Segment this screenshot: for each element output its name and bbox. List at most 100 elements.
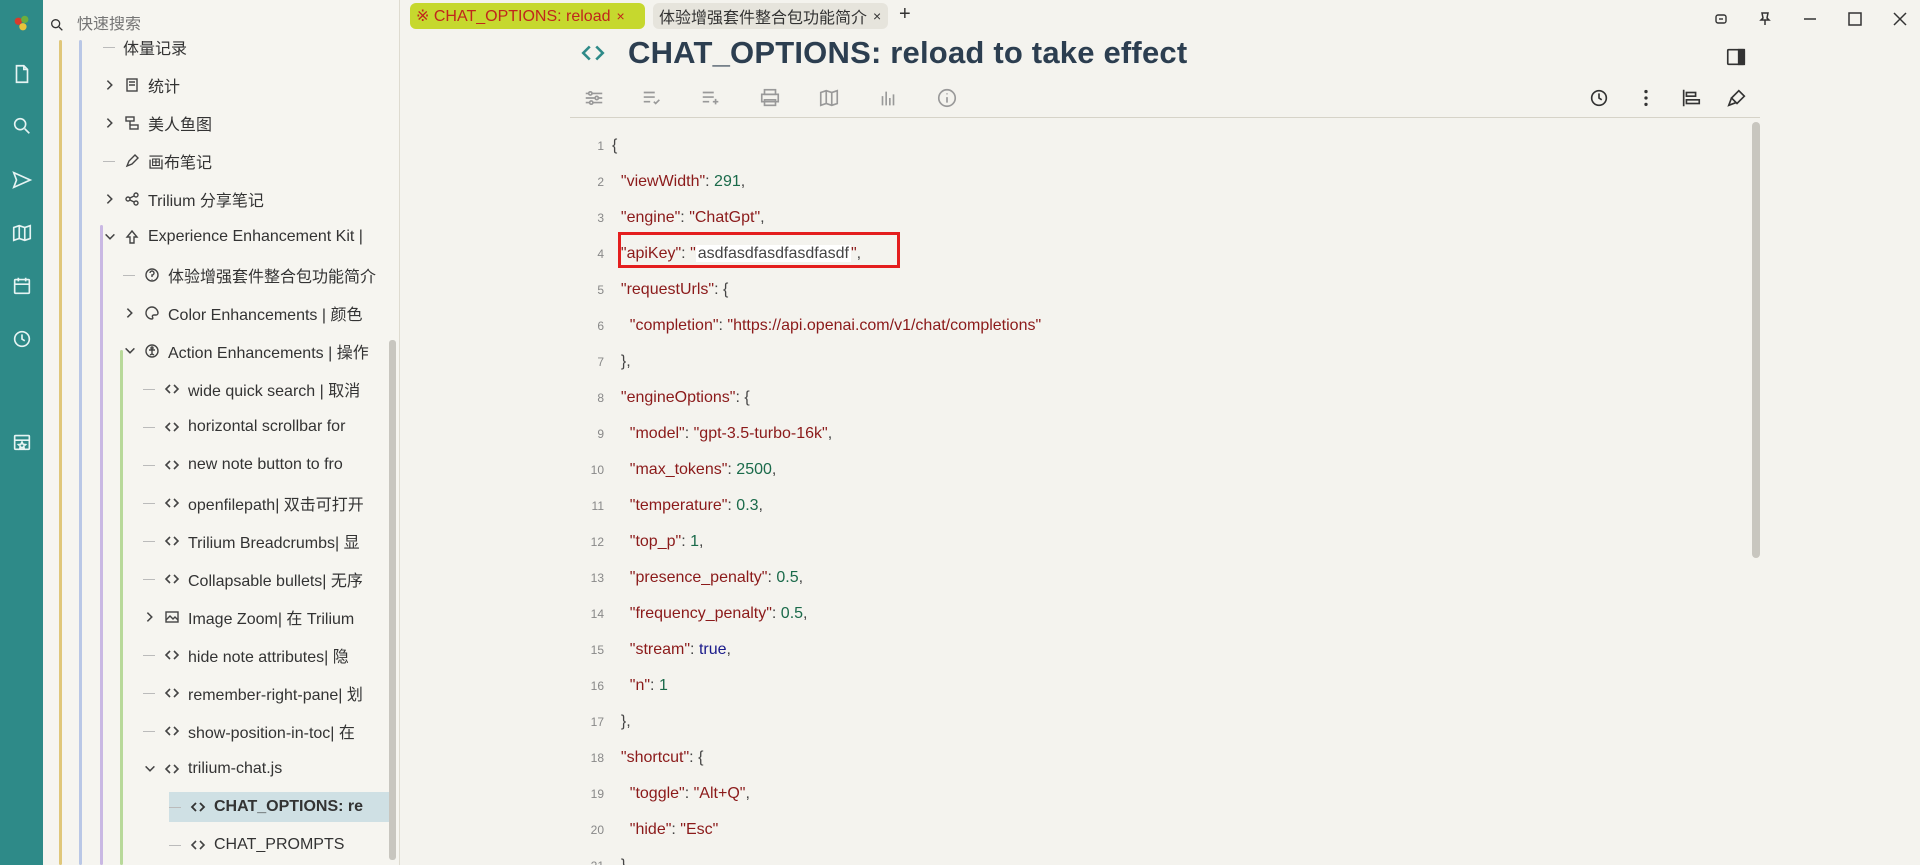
tree-scrollbar[interactable] (389, 340, 396, 860)
chevron-right-icon[interactable] (123, 306, 137, 320)
code-note-icon[interactable] (580, 40, 606, 66)
code-token: , (771, 461, 777, 478)
code-line[interactable]: 19 "toggle": "Alt+Q", (570, 776, 750, 812)
annotation-highlight-box (618, 232, 900, 268)
tree-item[interactable]: Trilium Breadcrumbs| 显 (143, 526, 399, 556)
chevron-right-icon[interactable] (143, 610, 157, 624)
highlighter-icon[interactable] (1723, 84, 1751, 112)
tree-item[interactable]: 美人鱼图 (103, 108, 399, 138)
tree-item[interactable]: show-position-in-toc| 在 (143, 716, 399, 746)
code-line[interactable]: 7 }, (570, 344, 630, 380)
chevron-right-icon[interactable] (103, 116, 117, 130)
tree-item[interactable]: 体验增强套件整合包功能简介 (123, 260, 399, 290)
tree-item[interactable]: 画布笔记 (103, 146, 399, 176)
chevron-down-icon[interactable] (103, 230, 117, 244)
tree-item[interactable]: 统计 (103, 70, 399, 100)
map-icon[interactable] (0, 213, 43, 253)
settings-sliders-icon[interactable] (580, 84, 608, 112)
code-line[interactable]: 3 "engine": "ChatGpt", (570, 200, 764, 236)
code-line[interactable]: 10 "max_tokens": 2500, (570, 452, 777, 488)
code-token: "viewWidth" (612, 173, 706, 190)
code-line[interactable]: 13 "presence_penalty": 0.5, (570, 560, 803, 596)
tab-close-icon[interactable]: × (873, 8, 881, 24)
chevron-down-icon[interactable] (143, 762, 157, 776)
line-number: 3 (597, 211, 604, 225)
code-icon (163, 418, 181, 436)
code-line[interactable]: 9 "model": "gpt-3.5-turbo-16k", (570, 416, 832, 452)
tree-item[interactable]: CHAT_PROMPTS (169, 830, 389, 860)
code-line[interactable]: 5 "requestUrls": { (570, 272, 728, 308)
info-icon[interactable] (933, 84, 961, 112)
minimize-icon[interactable] (1797, 6, 1823, 32)
tree-item[interactable]: trilium-chat.js (143, 754, 399, 784)
print-icon[interactable] (756, 84, 784, 112)
chevron-right-icon[interactable] (103, 192, 117, 206)
code-line[interactable]: 15 "stream": true, (570, 632, 731, 668)
code-line[interactable]: 16 "n": 1 (570, 668, 668, 704)
code-line[interactable]: 18 "shortcut": { (570, 740, 704, 776)
code-text: "model": "gpt-3.5-turbo-16k", (612, 425, 832, 443)
trilium-logo-icon[interactable] (0, 4, 43, 44)
tree-item[interactable]: Experience Enhancement Kit | (103, 222, 399, 252)
map-icon[interactable] (815, 84, 843, 112)
code-line[interactable]: 1{ (570, 128, 617, 164)
chevron-right-icon[interactable] (103, 78, 117, 92)
tree-item[interactable]: Color Enhancements | 颜色 (123, 298, 399, 328)
tree-item-active[interactable]: CHAT_OPTIONS: re (169, 792, 389, 822)
bookmark-calendar-icon[interactable] (0, 422, 43, 462)
maximize-icon[interactable] (1842, 6, 1868, 32)
checklist-icon[interactable] (638, 84, 666, 112)
code-line[interactable]: 20 "hide": "Esc" (570, 812, 719, 848)
note-title[interactable]: CHAT_OPTIONS: reload to take effect (628, 35, 1187, 71)
calendar-icon[interactable] (0, 266, 43, 306)
tree-item[interactable]: Trilium 分享笔记 (103, 184, 399, 214)
tree-item-label: Image Zoom| 在 Trilium (188, 611, 355, 628)
pin-icon[interactable] (1752, 6, 1778, 32)
tree-item[interactable]: new note button to fro (143, 450, 399, 480)
toggle-right-pane-icon[interactable] (1725, 46, 1747, 68)
tab-close-icon[interactable]: × (617, 8, 625, 24)
tree-item[interactable]: Image Zoom| 在 Trilium (143, 602, 399, 632)
code-line[interactable]: 8 "engineOptions": { (570, 380, 749, 416)
code-token: "ChatGpt" (689, 209, 761, 226)
tree-item[interactable]: Collapsable bullets| 无序 (143, 564, 399, 594)
tree-item[interactable]: horizontal scrollbar for (143, 412, 399, 442)
code-icon (163, 722, 181, 740)
code-line[interactable]: 12 "top_p": 1, (570, 524, 704, 560)
code-token: true (698, 641, 727, 658)
code-line[interactable]: 2 "viewWidth": 291, (570, 164, 745, 200)
tree-item[interactable]: wide quick search | 取消 (143, 374, 399, 404)
chevron-down-icon[interactable] (123, 344, 137, 358)
tree-item[interactable]: remember-right-pane| 划 (143, 678, 399, 708)
tree-item[interactable]: 体量记录 (103, 32, 399, 62)
new-note-icon[interactable] (0, 54, 43, 94)
pen-icon (123, 152, 141, 170)
code-token: "gpt-3.5-turbo-16k" (693, 425, 828, 442)
revision-history-icon[interactable] (1585, 84, 1613, 112)
send-icon[interactable] (0, 160, 43, 200)
code-token: : (684, 785, 694, 802)
new-tab-button[interactable]: + (899, 3, 911, 26)
hide-icon[interactable] (1708, 6, 1734, 32)
history-icon[interactable] (0, 319, 43, 359)
bar-chart-icon[interactable] (874, 84, 902, 112)
tab-chat-options[interactable]: ※ CHAT_OPTIONS: reload × (410, 3, 645, 29)
code-line[interactable]: 11 "temperature": 0.3, (570, 488, 763, 524)
tree-item[interactable]: hide note attributes| 隐 (143, 640, 399, 670)
align-left-icon[interactable] (1677, 84, 1705, 112)
code-line[interactable]: 17 }, (570, 704, 631, 740)
code-token: : (680, 209, 690, 226)
tab-intro[interactable]: 体验增强套件整合包功能简介 × (653, 3, 888, 29)
code-line[interactable]: 14 "frequency_penalty": 0.5, (570, 596, 808, 632)
tree-item[interactable]: Action Enhancements | 操作 (123, 336, 399, 366)
add-list-icon[interactable] (697, 84, 725, 112)
search-icon[interactable] (0, 106, 43, 146)
code-line[interactable]: 21 } (570, 848, 627, 865)
editor-scrollbar[interactable] (1752, 122, 1760, 558)
more-options-icon[interactable] (1632, 84, 1660, 112)
close-window-icon[interactable] (1887, 6, 1913, 32)
code-text: "temperature": 0.3, (612, 497, 763, 515)
tree-item[interactable]: openfilepath| 双击可打开 (143, 488, 399, 518)
line-number: 6 (597, 319, 604, 333)
code-line[interactable]: 6 "completion": "https://api.openai.com/… (570, 308, 1041, 344)
